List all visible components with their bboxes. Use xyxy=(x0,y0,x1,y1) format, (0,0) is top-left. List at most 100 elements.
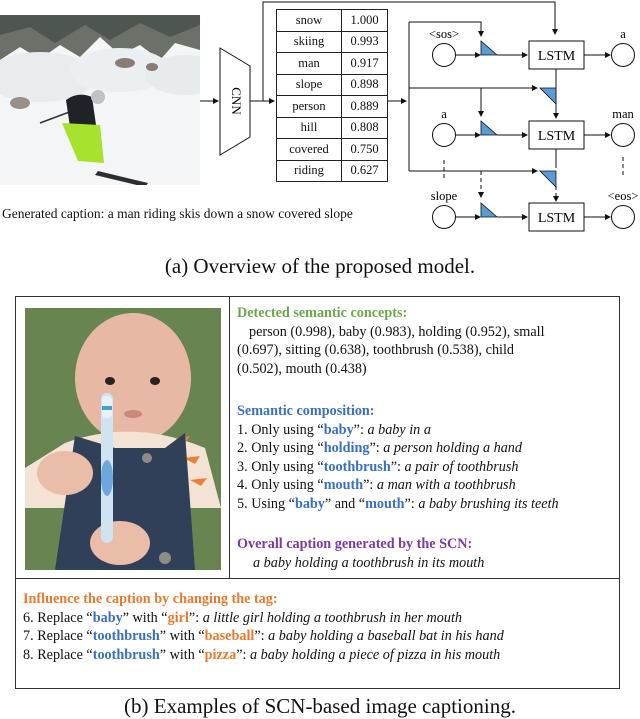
output-node-eos xyxy=(611,205,635,229)
item-prefix: 5. Using “ xyxy=(237,495,295,512)
overall-caption-text: a baby holding a toothbrush in its mouth xyxy=(253,554,485,571)
gate-icon xyxy=(480,120,499,136)
item-prefix: 6. Replace “ xyxy=(23,609,93,626)
concept-score: 0.750 xyxy=(341,138,388,161)
concept-score: 1.000 xyxy=(341,9,388,32)
baby-photo xyxy=(25,308,221,570)
item-prefix: 8. Replace “ xyxy=(23,646,93,663)
influence-item: 7. Replace “toothbrush” with “baseball”:… xyxy=(23,627,504,646)
influence-item: 8. Replace “toothbrush” with “pizza”: a … xyxy=(23,646,504,665)
cnn-label: CNN xyxy=(229,87,244,115)
semantic-composition-heading: Semantic composition: xyxy=(237,403,375,419)
generated-caption: Generated caption: a man riding skis dow… xyxy=(2,206,353,221)
item-prefix: 7. Replace “ xyxy=(23,628,93,645)
composition-item: 2. Only using “holding”: a person holdin… xyxy=(237,439,559,458)
replacement-tag: baseball xyxy=(204,628,255,645)
result-caption: a person holding a hand xyxy=(383,440,522,457)
result-caption: a man with a toothbrush xyxy=(376,477,516,494)
result-caption: a pair of toothbrush xyxy=(404,458,519,475)
tag: holding xyxy=(323,440,370,457)
overall-caption-section: Overall caption generated by the SCN: a … xyxy=(237,535,484,572)
output-label: a xyxy=(620,27,626,41)
composition-item: 3. Only using “toothbrush”: a pair of to… xyxy=(237,458,559,477)
item-with: ” with “ xyxy=(159,646,205,663)
table-row: covered 0.750 xyxy=(276,138,388,161)
table-row: person 0.889 xyxy=(276,95,388,118)
table-row: snow 1.000 xyxy=(276,9,388,32)
item-mid: ”: xyxy=(363,477,377,494)
result-caption: a baby holding a baseball bat in his han… xyxy=(268,628,504,645)
concept-word: person xyxy=(276,95,342,118)
detected-concepts-line: (0.502), mouth (0.438) xyxy=(237,360,367,377)
vertical-divider xyxy=(229,297,230,578)
semantic-composition-section: Semantic composition: 1. Only using “bab… xyxy=(237,402,559,514)
input-node-slope xyxy=(432,205,456,229)
item-with: ” with “ xyxy=(122,609,168,626)
item-mid: ”: xyxy=(404,495,419,512)
concept-score: 0.993 xyxy=(341,30,388,53)
detected-concepts-heading: Detected semantic concepts: xyxy=(237,305,408,321)
result-caption: a little girl holding a toothbrush in he… xyxy=(202,609,463,626)
item-mid: ”: xyxy=(236,646,250,663)
figure-caption-b: (b) Examples of SCN-based image captioni… xyxy=(124,694,516,718)
input-node-a xyxy=(432,123,456,147)
item-prefix: 1. Only using “ xyxy=(237,421,324,438)
result-caption: a baby brushing its teeth xyxy=(418,495,559,512)
concept-word: slope xyxy=(276,73,342,96)
output-node-a xyxy=(611,43,635,67)
concept-word: covered xyxy=(276,138,342,161)
overall-caption-heading: Overall caption generated by the SCN: xyxy=(237,536,473,552)
concept-word: riding xyxy=(276,159,342,182)
item-prefix: 4. Only using “ xyxy=(237,477,324,494)
output-node-man xyxy=(611,123,635,147)
replacement-tag: pizza xyxy=(204,646,237,663)
table-row: hill 0.808 xyxy=(276,116,388,139)
gate-icon xyxy=(480,40,499,56)
input-label: slope xyxy=(431,189,458,203)
lstm-label: LSTM xyxy=(538,211,576,226)
concept-word: hill xyxy=(276,116,342,139)
input-node-sos xyxy=(432,43,456,67)
item-mid: ”: xyxy=(254,628,269,645)
concept-score: 0.917 xyxy=(341,52,388,75)
item-mid: ”: xyxy=(390,458,405,475)
output-label: <eos> xyxy=(608,189,639,203)
item-mid: ” and “ xyxy=(324,495,366,512)
lstm-label: LSTM xyxy=(538,49,576,64)
table-row: slope 0.898 xyxy=(276,73,388,96)
composition-item: 5. Using “baby” and “mouth”: a baby brus… xyxy=(237,495,559,514)
lstm-label: LSTM xyxy=(538,129,576,144)
tag: mouth xyxy=(365,495,405,512)
concept-score-table: snow 1.000 skiing 0.993 man 0.917 slope 0.89… xyxy=(276,9,388,182)
concept-word: snow xyxy=(276,9,342,32)
table-row: riding 0.627 xyxy=(276,159,388,182)
tag: baby xyxy=(323,421,354,438)
influence-heading: Influence the caption by changing the ta… xyxy=(23,591,278,607)
original-tag: toothbrush xyxy=(92,628,160,645)
output-label: man xyxy=(612,107,634,121)
original-tag: toothbrush xyxy=(92,646,160,663)
concept-score: 0.808 xyxy=(341,116,388,139)
gate-icon xyxy=(539,87,557,105)
table-row: man 0.917 xyxy=(276,52,388,75)
influence-section: Influence the caption by changing the ta… xyxy=(23,590,504,664)
detected-concepts-line: (0.697), sitting (0.638), toothbrush (0.… xyxy=(237,342,515,359)
tag: baby xyxy=(294,495,325,512)
concept-score: 0.889 xyxy=(341,95,388,118)
figure-caption-a: (a) Overview of the proposed model. xyxy=(164,254,476,278)
item-prefix: 3. Only using “ xyxy=(237,458,324,475)
original-tag: baby xyxy=(92,609,123,626)
horizontal-divider xyxy=(16,578,619,579)
gate-icon xyxy=(539,170,557,188)
item-with: ” with “ xyxy=(159,628,205,645)
item-mid: ”: xyxy=(369,440,384,457)
tag: toothbrush xyxy=(323,458,391,475)
replacement-tag: girl xyxy=(167,609,189,626)
item-mid: ”: xyxy=(353,421,368,438)
concept-score: 0.898 xyxy=(341,73,388,96)
item-mid: ”: xyxy=(188,609,203,626)
influence-item: 6. Replace “baby” with “girl”: a little … xyxy=(23,609,504,628)
concept-word: man xyxy=(276,52,342,75)
result-caption: a baby holding a piece of pizza in his m… xyxy=(250,646,501,663)
detected-concepts-line: person (0.998), baby (0.983), holding (0… xyxy=(249,323,545,340)
